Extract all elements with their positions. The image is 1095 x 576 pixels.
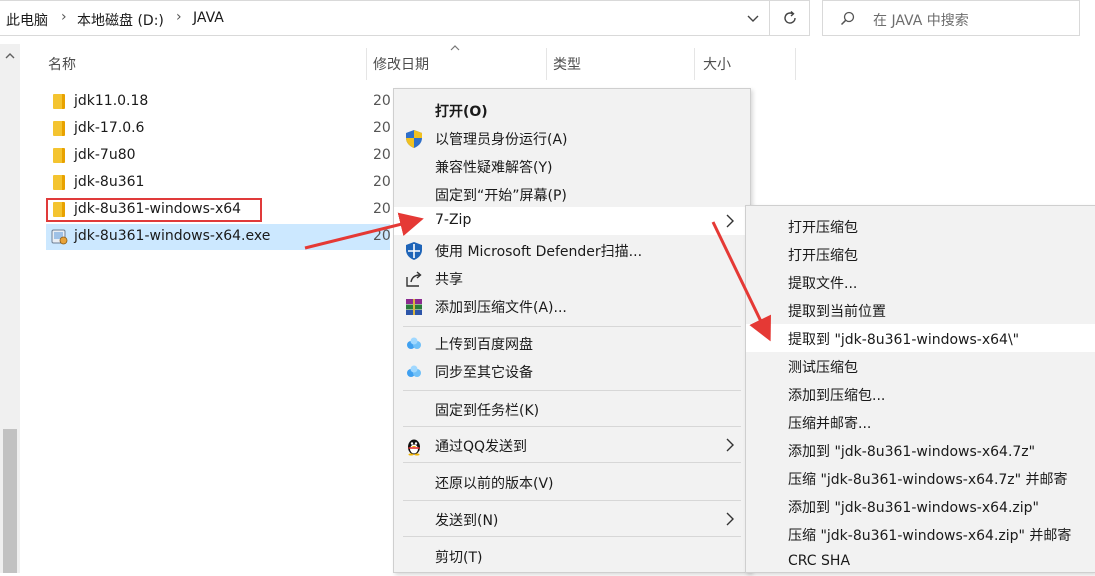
menu-separator: [403, 426, 741, 427]
search-placeholder: 在 JAVA 中搜索: [873, 13, 969, 29]
column-divider[interactable]: [795, 48, 796, 80]
share-icon: [406, 271, 422, 287]
context-menu: 打开(O) 以管理员身份运行(A) 兼容性疑难解答(Y) 固定到“开始”屏幕(P…: [393, 88, 751, 573]
folder-icon: [53, 121, 65, 136]
folder-icon: [53, 175, 65, 190]
search-icon: [840, 11, 855, 26]
menu-item-add-to-archive[interactable]: 添加到压缩文件(A)...: [394, 292, 750, 320]
menu-separator: [403, 536, 741, 537]
menu-item-sync-device[interactable]: 同步至其它设备: [394, 357, 750, 385]
menu-item-pin-start[interactable]: 固定到“开始”屏幕(P): [394, 180, 750, 208]
baidu-sync-icon: [407, 365, 421, 377]
qq-penguin-icon: [408, 439, 420, 456]
menu-item-open[interactable]: 打开(O): [394, 96, 750, 124]
file-date: 20: [373, 201, 391, 217]
file-date: 20: [373, 93, 391, 109]
folder-icon: [53, 94, 65, 109]
chevron-down-icon[interactable]: [743, 8, 763, 28]
vertical-scrollbar[interactable]: [0, 44, 20, 573]
submenu-item-extract-files[interactable]: 提取文件...: [746, 268, 1095, 296]
submenu-item-extract-here[interactable]: 提取到当前位置: [746, 296, 1095, 324]
menu-item-restore-versions[interactable]: 还原以前的版本(V): [394, 468, 750, 496]
submenu-item-crc-sha[interactable]: CRC SHA: [746, 548, 1095, 576]
defender-shield-icon: [406, 242, 422, 260]
submenu-item-add-to-7z[interactable]: 添加到 "jdk-8u361-windows-x64.7z": [746, 436, 1095, 464]
menu-item-pin-taskbar[interactable]: 固定到任务栏(K): [394, 395, 750, 423]
file-name: jdk11.0.18: [74, 93, 149, 109]
submenu-item-compress-zip-email[interactable]: 压缩 "jdk-8u361-windows-x64.zip" 并邮寄: [746, 520, 1095, 548]
sevenzip-submenu: 打开压缩包 打开压缩包 提取文件... 提取到当前位置 提取到 "jdk-8u3…: [745, 205, 1095, 573]
submenu-item-compress-email[interactable]: 压缩并邮寄...: [746, 408, 1095, 436]
column-divider[interactable]: [694, 48, 695, 80]
annotation-highlight-box: [46, 198, 262, 222]
menu-item-share[interactable]: 共享: [394, 264, 750, 292]
file-date: 20: [373, 147, 391, 163]
chevron-right-icon: [726, 512, 734, 526]
file-row-selected[interactable]: jdk-8u361-windows-x64.exe 20: [46, 224, 391, 250]
submenu-item-test-archive[interactable]: 测试压缩包: [746, 352, 1095, 380]
column-header-size[interactable]: 大小: [703, 54, 731, 82]
menu-separator: [403, 326, 741, 327]
submenu-item-compress-7z-email[interactable]: 压缩 "jdk-8u361-windows-x64.7z" 并邮寄: [746, 464, 1095, 492]
breadcrumb-java[interactable]: JAVA: [193, 10, 224, 26]
submenu-item-open-archive-2[interactable]: 打开压缩包: [746, 240, 1095, 268]
file-name: jdk-7u80: [74, 147, 136, 163]
file-date: 20: [373, 228, 391, 244]
breadcrumb-drive-d[interactable]: 本地磁盘 (D:): [77, 10, 164, 30]
menu-item-7zip[interactable]: 7-Zip: [394, 207, 750, 235]
menu-item-send-to[interactable]: 发送到(N): [394, 505, 750, 533]
refresh-button[interactable]: [770, 0, 810, 36]
baidu-netdisk-icon: [407, 337, 421, 349]
file-row[interactable]: jdk11.0.18 20: [46, 89, 391, 115]
breadcrumb-separator-icon: ›: [176, 9, 182, 25]
refresh-icon: [784, 10, 796, 24]
file-name: jdk-17.0.6: [74, 120, 145, 136]
menu-separator: [403, 390, 741, 391]
scroll-thumb[interactable]: [3, 429, 17, 573]
submenu-item-extract-to-folder[interactable]: 提取到 "jdk-8u361-windows-x64\": [746, 324, 1095, 352]
menu-item-cut[interactable]: 剪切(T): [394, 542, 750, 570]
file-date: 20: [373, 174, 391, 190]
winrar-icon: [406, 299, 422, 315]
column-header-type[interactable]: 类型: [553, 54, 581, 82]
address-bar[interactable]: 此电脑 › 本地磁盘 (D:) › JAVA: [0, 0, 770, 36]
uac-shield-icon: [406, 130, 422, 148]
column-divider[interactable]: [546, 48, 547, 80]
file-date: 20: [373, 120, 391, 136]
menu-separator: [403, 462, 741, 463]
installer-exe-icon: [51, 229, 68, 245]
search-input[interactable]: 在 JAVA 中搜索: [822, 0, 1080, 36]
menu-item-qq-send[interactable]: 通过QQ发送到: [394, 431, 750, 459]
file-row[interactable]: jdk-17.0.6 20: [46, 116, 391, 142]
column-header-name[interactable]: 名称: [48, 54, 76, 82]
menu-item-compatibility[interactable]: 兼容性疑难解答(Y): [394, 152, 750, 180]
file-row[interactable]: jdk-7u80 20: [46, 143, 391, 169]
submenu-item-open-archive[interactable]: 打开压缩包: [746, 212, 1095, 240]
breadcrumb-this-pc[interactable]: 此电脑: [6, 10, 48, 30]
file-row[interactable]: jdk-8u361 20: [46, 170, 391, 196]
file-name: jdk-8u361: [74, 174, 145, 190]
submenu-item-add-to-zip[interactable]: 添加到 "jdk-8u361-windows-x64.zip": [746, 492, 1095, 520]
column-divider[interactable]: [366, 48, 367, 80]
chevron-right-icon: [726, 214, 734, 228]
menu-item-baidu-upload[interactable]: 上传到百度网盘: [394, 329, 750, 357]
breadcrumb-separator-icon: ›: [61, 9, 67, 25]
menu-item-run-as-admin[interactable]: 以管理员身份运行(A): [394, 124, 750, 152]
chevron-right-icon: [726, 438, 734, 452]
file-name: jdk-8u361-windows-x64.exe: [74, 228, 271, 244]
sort-ascending-icon: [450, 45, 460, 51]
menu-separator: [403, 500, 741, 501]
folder-icon: [53, 148, 65, 163]
menu-item-defender-scan[interactable]: 使用 Microsoft Defender扫描...: [394, 236, 750, 264]
scroll-up-icon[interactable]: [4, 50, 16, 62]
submenu-item-add-to-archive[interactable]: 添加到压缩包...: [746, 380, 1095, 408]
column-header-date[interactable]: 修改日期: [373, 54, 429, 82]
